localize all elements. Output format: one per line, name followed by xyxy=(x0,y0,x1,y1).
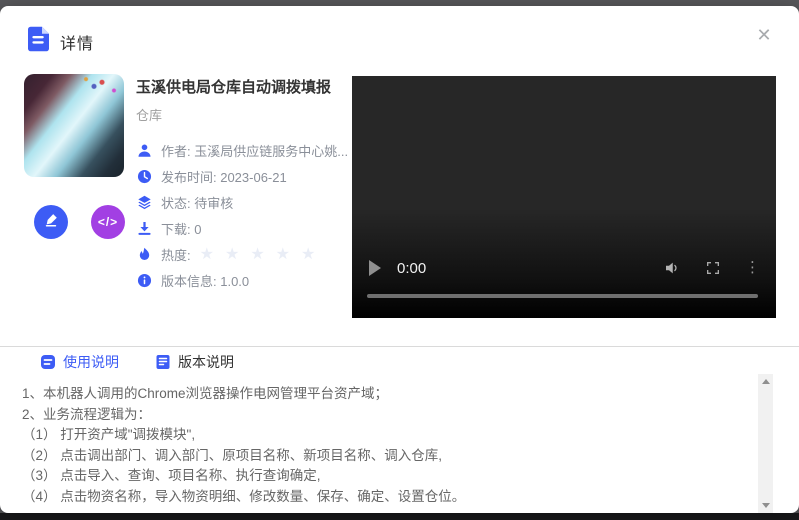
rating-stars: ★★★★★ xyxy=(200,244,327,264)
star-icon: ★ xyxy=(200,246,225,263)
item-title: 玉溪供电局仓库自动调拨填报 xyxy=(136,76,352,97)
tabs: 使用说明 版本说明 xyxy=(40,352,234,372)
meta-author-label: 作者: 玉溪局供应链服务中心姚... xyxy=(161,141,348,160)
fire-icon xyxy=(136,246,152,262)
download-icon xyxy=(136,220,152,236)
tab-usage-instructions[interactable]: 使用说明 xyxy=(40,352,119,372)
code-button[interactable]: </> xyxy=(91,205,125,239)
usage-doc-icon xyxy=(40,354,56,370)
description-line: 2、业务流程逻辑为： xyxy=(22,405,753,426)
meta-version-label: 版本信息: 1.0.0 xyxy=(161,271,249,290)
meta-status: 状态: 待审核 xyxy=(136,189,352,215)
code-icon: </> xyxy=(98,215,118,229)
info-icon xyxy=(136,272,152,288)
description-line: （3） 点击导入、查询、项目名称、执行查询确定, xyxy=(22,466,753,487)
meta-publish-time: 发布时间: 2023-06-21 xyxy=(136,163,352,189)
video-current-time: 0:00 xyxy=(397,260,426,277)
layers-icon xyxy=(136,194,152,210)
description-scrollbar[interactable] xyxy=(758,374,773,513)
edit-button[interactable] xyxy=(34,205,68,239)
more-options-icon[interactable]: ⋮ xyxy=(745,263,760,273)
section-divider xyxy=(0,346,799,347)
tab-version-notes[interactable]: 版本说明 xyxy=(155,352,234,372)
usage-description: 1、本机器人调用的Chrome浏览器操作电网管理平台资产域； 2、业务流程逻辑为… xyxy=(22,384,753,507)
meta-author: 作者: 玉溪局供应链服务中心姚... xyxy=(136,137,352,163)
star-icon: ★ xyxy=(225,246,250,263)
scroll-down-icon[interactable] xyxy=(762,503,770,508)
description-line: （2） 点击调出部门、调入部门、原项目名称、新项目名称、调入仓库, xyxy=(22,446,753,467)
description-line: （4） 点击物资名称，导入物资明细、修改数量、保存、确定、设置仓位。 xyxy=(22,487,753,508)
meta-publish-label: 发布时间: 2023-06-21 xyxy=(161,167,287,186)
item-thumbnail-image xyxy=(24,74,124,177)
star-icon: ★ xyxy=(276,246,301,263)
meta-heat-label: 热度: xyxy=(161,245,191,264)
document-icon xyxy=(28,26,49,52)
background-page-strip xyxy=(0,513,799,520)
edit-pen-icon xyxy=(43,212,59,233)
user-icon xyxy=(136,142,152,158)
meta-downloads: 下载: 0 xyxy=(136,215,352,241)
version-doc-icon xyxy=(155,354,171,370)
meta-version: 版本信息: 1.0.0 xyxy=(136,267,352,293)
meta-status-label: 状态: 待审核 xyxy=(161,193,233,212)
clock-icon xyxy=(136,168,152,184)
item-category: 仓库 xyxy=(136,105,352,124)
scroll-up-icon[interactable] xyxy=(762,379,770,384)
meta-heat: 热度: ★★★★★ xyxy=(136,241,352,267)
tab-usage-label: 使用说明 xyxy=(63,352,119,372)
play-icon[interactable] xyxy=(369,260,381,276)
close-icon[interactable]: ✕ xyxy=(751,22,777,48)
description-line: 1、本机器人调用的Chrome浏览器操作电网管理平台资产域； xyxy=(22,384,753,405)
tab-version-label: 版本说明 xyxy=(178,352,234,372)
star-icon: ★ xyxy=(301,246,326,263)
fullscreen-icon[interactable] xyxy=(705,260,721,276)
item-meta-list: 作者: 玉溪局供应链服务中心姚... 发布时间: 2023-06-21 xyxy=(136,137,352,293)
details-modal: 详情 ✕ </> 玉溪供电局仓库自动调拨填报 仓库 xyxy=(0,6,799,513)
star-icon: ★ xyxy=(250,246,275,263)
meta-downloads-label: 下载: 0 xyxy=(161,219,201,238)
video-player[interactable]: 0:00 ⋮ xyxy=(352,76,776,318)
description-line: （1） 打开资产域"调拨模块", xyxy=(22,425,753,446)
volume-icon[interactable] xyxy=(663,259,681,277)
video-progress-bar[interactable] xyxy=(367,294,758,298)
video-controls: 0:00 ⋮ xyxy=(369,256,760,280)
item-info: 玉溪供电局仓库自动调拨填报 仓库 作者: 玉溪局供应链服务中心姚... xyxy=(136,76,352,293)
modal-title: 详情 xyxy=(60,30,94,54)
